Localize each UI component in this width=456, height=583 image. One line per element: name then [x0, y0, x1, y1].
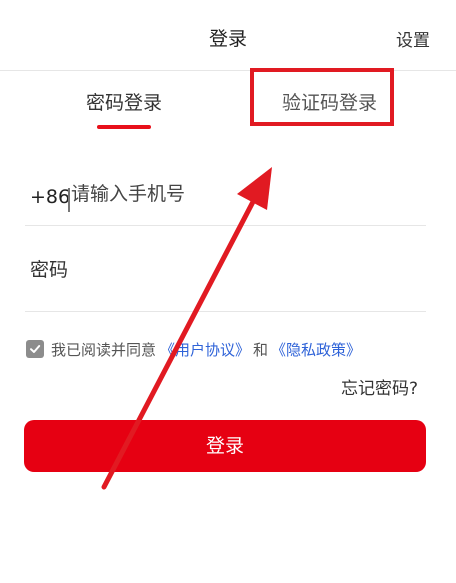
tab-password-login[interactable]: 密码登录 [86, 88, 162, 115]
phone-row: +86 [25, 170, 426, 226]
agreement-row: 我已阅读并同意 《用户协议》 和 《隐私政策》 [26, 338, 361, 360]
agreement-conjunction: 和 [253, 340, 269, 359]
password-input[interactable] [30, 259, 370, 281]
login-button[interactable]: 登录 [24, 420, 426, 472]
user-agreement-link[interactable]: 《用户协议》 [160, 339, 250, 360]
agreement-text: 我已阅读并同意 [51, 340, 157, 359]
password-row [25, 243, 426, 312]
text-cursor [68, 188, 70, 212]
checkmark-icon [30, 345, 41, 353]
agree-checkbox[interactable] [26, 340, 44, 358]
annotation-highlight-box [250, 68, 394, 126]
country-code-prefix[interactable]: +86 [30, 186, 70, 208]
forgot-password-link[interactable]: 忘记密码? [341, 374, 418, 399]
privacy-policy-link[interactable]: 《隐私政策》 [271, 339, 361, 360]
active-tab-indicator [97, 125, 151, 129]
header-bar: 登录 设置 [0, 0, 456, 71]
phone-input[interactable] [71, 183, 391, 205]
settings-button[interactable]: 设置 [396, 26, 430, 51]
page-title: 登录 [208, 28, 247, 50]
